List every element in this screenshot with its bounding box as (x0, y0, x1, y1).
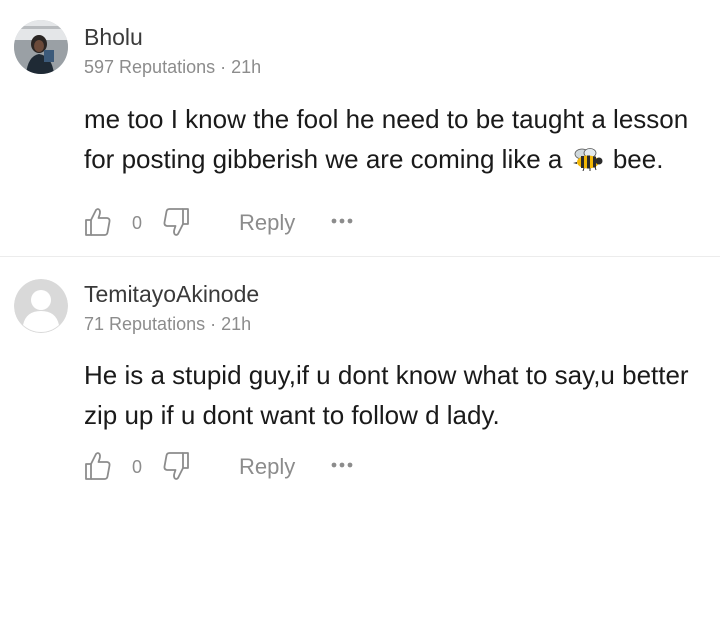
timestamp: 21h (231, 57, 262, 77)
comment-meta: 597 Reputations · 21h (84, 57, 261, 78)
comment-actions: 0 Reply (84, 207, 384, 239)
like-button[interactable] (84, 207, 112, 237)
more-options-button[interactable] (330, 211, 356, 231)
comment-actions: 0 Reply (84, 451, 384, 483)
meta-separator: · (210, 314, 217, 334)
like-count: 0 (132, 213, 143, 233)
thumbs-down-icon (163, 208, 189, 236)
thumbs-up-icon (85, 452, 111, 480)
comment-text-line: me too I know the fool he need to be tau… (84, 104, 689, 134)
reputation-count: 71 Reputations (84, 314, 206, 334)
comment-text: He is a stupid guy,if u dont know what t… (84, 355, 714, 435)
more-options-icon (331, 462, 353, 468)
reputation-count: 597 Reputations (84, 57, 216, 77)
thumbs-down-icon (163, 452, 189, 480)
user-photo-icon (14, 20, 68, 74)
comment-text: me too I know the fool he need to be tau… (84, 99, 714, 179)
comment-text-line: for posting gibberish we are coming like… (84, 144, 563, 174)
username[interactable]: TemitayoAkinode (84, 281, 259, 308)
more-options-icon (331, 218, 353, 224)
avatar[interactable] (14, 20, 68, 74)
reply-button[interactable]: Reply (239, 210, 295, 236)
dislike-button[interactable] (162, 451, 190, 481)
like-count: 0 (132, 457, 143, 477)
meta-separator: · (220, 57, 227, 77)
comment-text-line: zip up if u dont want to follow d lady. (84, 400, 500, 430)
timestamp: 21h (221, 314, 252, 334)
dislike-button[interactable] (162, 207, 190, 237)
more-options-button[interactable] (330, 455, 356, 475)
reply-button[interactable]: Reply (239, 454, 295, 480)
comment-text-line: He is a stupid guy,if u dont know what t… (84, 360, 689, 390)
thumbs-up-icon (85, 208, 111, 236)
avatar[interactable] (14, 279, 68, 333)
comment-meta: 71 Reputations · 21h (84, 314, 251, 335)
default-avatar-icon (14, 279, 68, 333)
username[interactable]: Bholu (84, 24, 143, 51)
comment-item: Bholu 597 Reputations · 21h me too I know … (0, 0, 720, 257)
comment-item: TemitayoAkinode 71 Reputations · 21h He is… (0, 257, 720, 507)
comment-text-line: bee. (612, 144, 664, 174)
bee-icon (572, 148, 603, 171)
like-button[interactable] (84, 451, 112, 481)
